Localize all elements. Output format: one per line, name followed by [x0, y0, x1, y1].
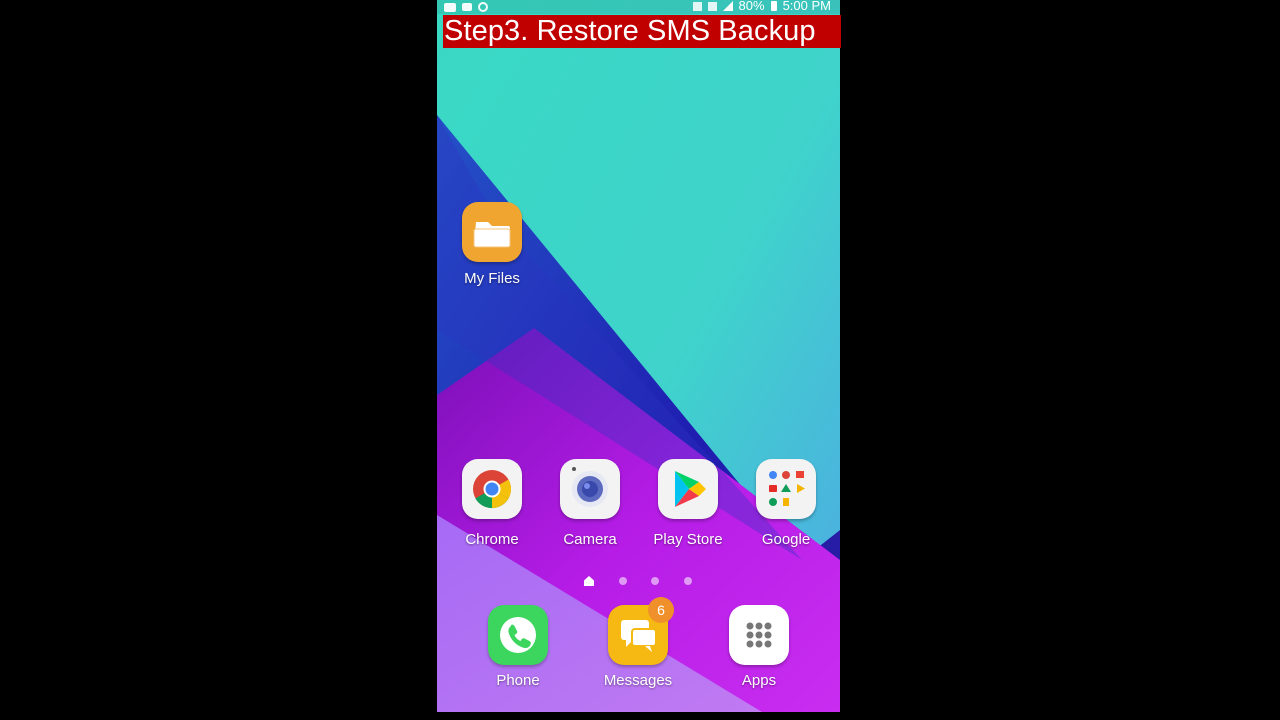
play-store-icon	[658, 459, 718, 519]
app-label: Apps	[741, 672, 777, 689]
google-folder-icon	[756, 459, 816, 519]
battery-percent: 80%	[738, 0, 765, 13]
home-page-icon[interactable]	[583, 575, 595, 587]
status-bar: 80% 5:00 PM	[437, 0, 840, 14]
app-my-files[interactable]: My Files	[444, 202, 540, 287]
message-icon	[444, 2, 456, 12]
step-banner: Step3. Restore SMS Backup	[443, 15, 841, 48]
dock-apps[interactable]: Apps	[711, 605, 807, 689]
dock-phone[interactable]: Phone	[470, 605, 566, 689]
clock: 5:00 PM	[782, 0, 831, 13]
app-label: My Files	[464, 270, 520, 287]
app-camera[interactable]: Camera	[542, 459, 638, 548]
folder-icon	[462, 202, 522, 262]
app-play-store[interactable]: Play Store	[640, 459, 736, 548]
battery-icon	[770, 1, 777, 11]
phone-icon	[488, 605, 548, 665]
app-label: Play Store	[653, 531, 723, 548]
phone-screen: 80% 5:00 PM My Files Chrome Camera Play …	[437, 0, 840, 712]
page-indicator	[437, 574, 840, 588]
apps-grid-icon	[729, 605, 789, 665]
wifi-icon	[707, 1, 717, 11]
page-dot[interactable]	[619, 577, 627, 585]
camera-icon	[560, 459, 620, 519]
page-dot[interactable]	[651, 577, 659, 585]
page-dot[interactable]	[684, 577, 692, 585]
app-label: Messages	[603, 672, 673, 689]
app-label: Google	[761, 531, 811, 548]
messages-badge: 6	[648, 597, 674, 623]
nfc-icon	[692, 1, 702, 11]
sync-icon	[478, 2, 488, 12]
video-icon	[462, 3, 472, 11]
app-label: Phone	[496, 672, 540, 689]
chrome-icon	[462, 459, 522, 519]
app-chrome[interactable]: Chrome	[444, 459, 540, 548]
app-label: Chrome	[465, 531, 519, 548]
signal-icon	[722, 1, 733, 11]
messages-icon: 6	[608, 597, 674, 665]
app-label: Camera	[563, 531, 617, 548]
dock-messages[interactable]: 6 Messages	[590, 597, 686, 689]
app-google-folder[interactable]: Google	[738, 459, 834, 548]
